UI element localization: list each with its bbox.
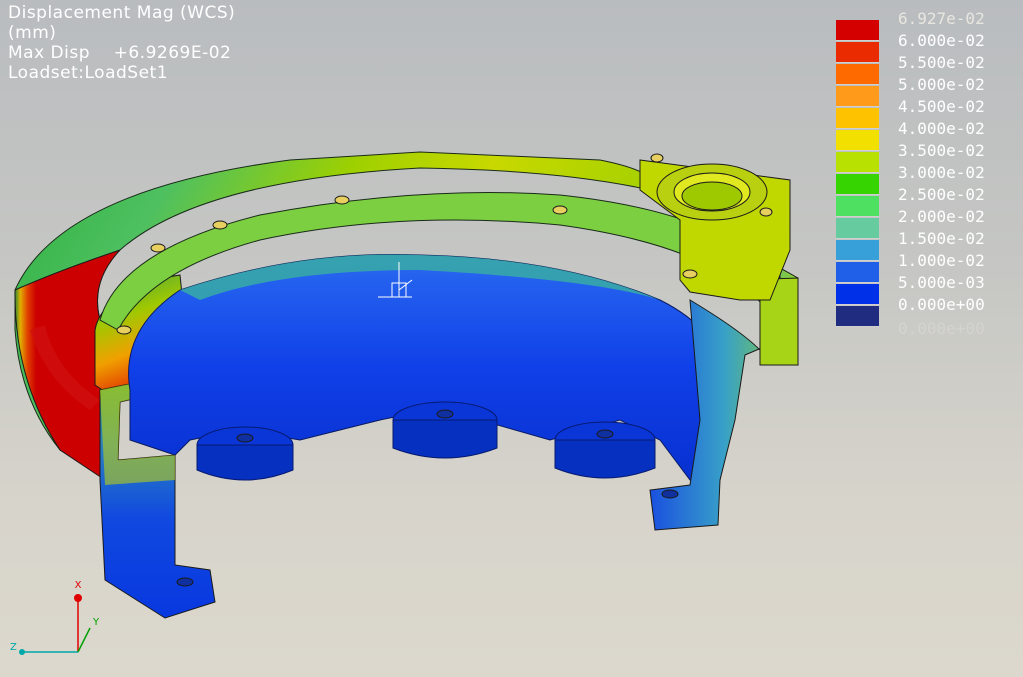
- legend-swatch: [836, 262, 879, 283]
- legend-swatch: [836, 42, 879, 63]
- legend-swatch: [836, 196, 879, 217]
- triad-x-label: X: [75, 580, 82, 591]
- legend-level-label: 5.000e-02: [898, 75, 985, 94]
- legend-level-label: 4.000e-02: [898, 119, 985, 138]
- legend-swatch: [836, 240, 879, 261]
- legend-level-label: 3.500e-02: [898, 141, 985, 160]
- legend-swatch: [836, 20, 879, 41]
- legend-swatch: [836, 64, 879, 85]
- legend-level-label: 5.000e-03: [898, 273, 985, 292]
- legend-level-label: 2.500e-02: [898, 185, 985, 204]
- legend-swatch: [836, 306, 879, 327]
- legend-level-label: 1.500e-02: [898, 229, 985, 248]
- legend-swatch: [836, 152, 879, 173]
- legend-level-label: 2.000e-02: [898, 207, 985, 226]
- legend-level-label: 0.000e+00: [898, 295, 985, 314]
- legend-level-label: 4.500e-02: [898, 97, 985, 116]
- view-orientation-triad: X Y Z: [10, 580, 100, 655]
- legend-swatch: [836, 86, 879, 107]
- legend-swatch: [836, 174, 879, 195]
- legend-level-label: 6.000e-02: [898, 31, 985, 50]
- triad-y-label: Y: [92, 617, 100, 628]
- legend-swatch: [836, 108, 879, 129]
- legend-swatch: [836, 284, 879, 305]
- legend-level-label: 1.000e-02: [898, 251, 985, 270]
- legend-swatch: [836, 218, 879, 239]
- legend-max-label: 6.927e-02: [898, 9, 985, 28]
- triad-z-label: Z: [10, 642, 17, 653]
- legend-swatch: [836, 130, 879, 151]
- legend-min-label: 0.000e+00: [898, 319, 985, 338]
- legend-level-label: 3.000e-02: [898, 163, 985, 182]
- legend-level-label: 5.500e-02: [898, 53, 985, 72]
